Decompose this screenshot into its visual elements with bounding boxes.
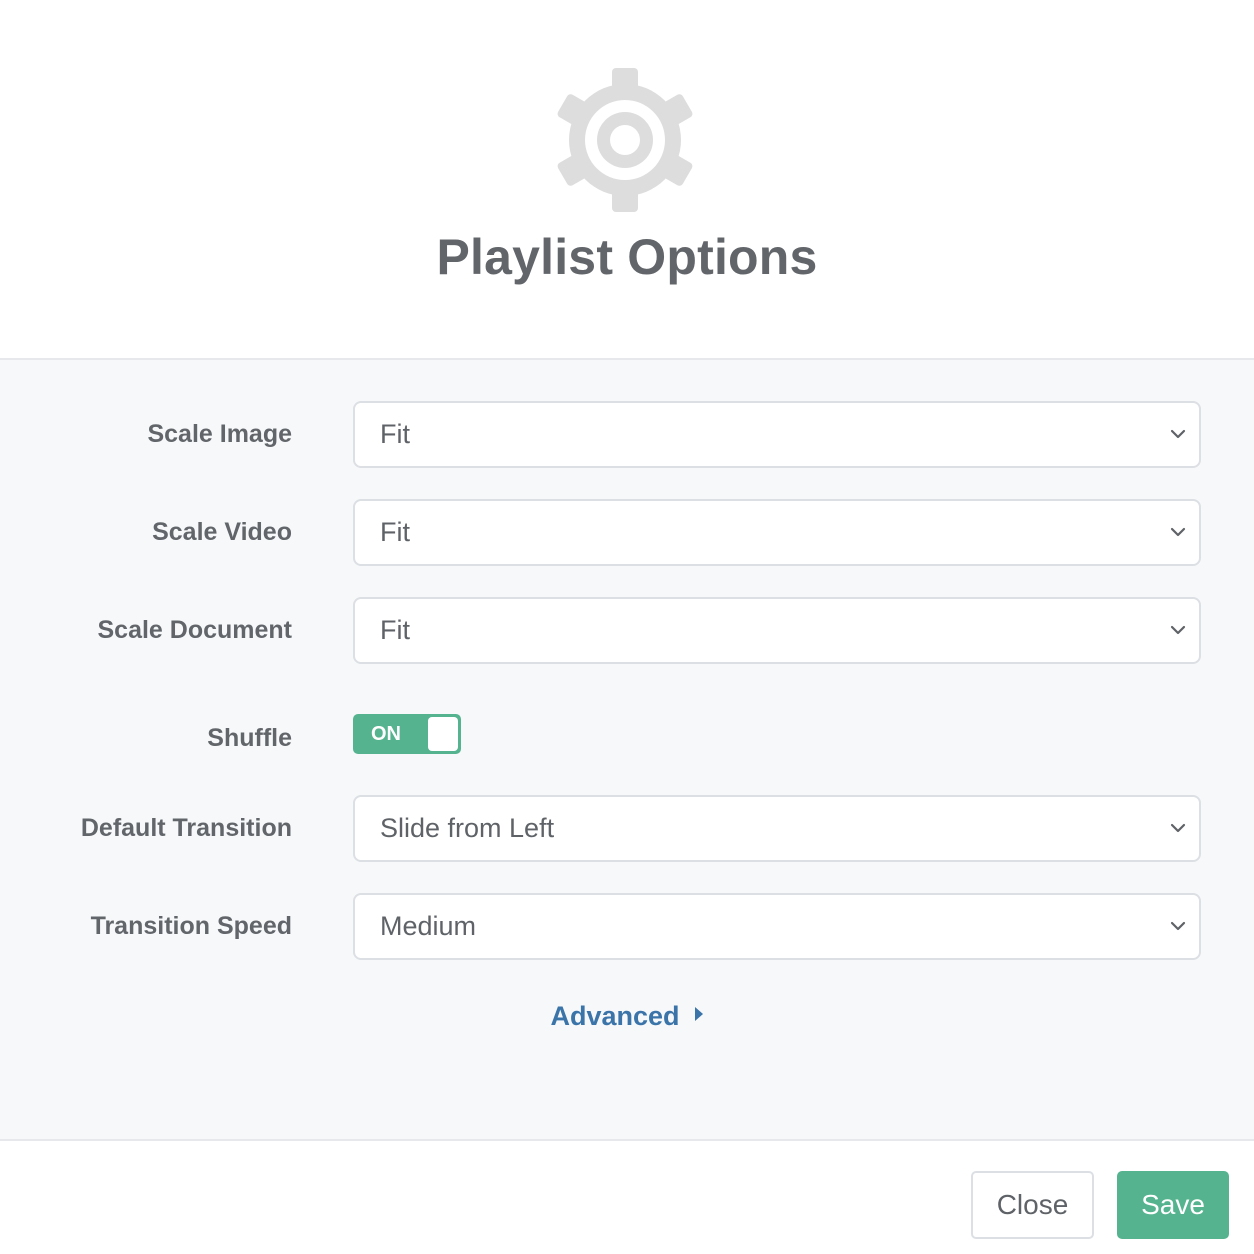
scale-document-label: Scale Document [97,616,292,644]
close-button[interactable]: Close [971,1171,1094,1239]
chevron-down-icon [1170,625,1186,635]
scale-video-label: Scale Video [152,518,292,546]
advanced-toggle[interactable]: Advanced [0,998,1254,1032]
save-button[interactable]: Save [1117,1171,1229,1239]
toggle-knob [428,717,458,751]
scale-video-select[interactable]: Fit [353,499,1201,566]
transition-speed-value: Medium [380,911,477,941]
chevron-down-icon [1170,527,1186,537]
dialog-header: Playlist Options [0,0,1254,358]
default-transition-label: Default Transition [80,814,292,842]
scale-document-value: Fit [380,615,410,645]
dialog-title: Playlist Options [436,229,818,285]
gear-icon [545,60,705,220]
scale-image-label: Scale Image [147,420,292,448]
default-transition-select[interactable]: Slide from Left [353,795,1201,862]
chevron-down-icon [1170,921,1186,931]
shuffle-toggle[interactable]: ON [353,714,461,754]
default-transition-value: Slide from Left [380,813,555,843]
scale-image-value: Fit [380,419,410,449]
toggle-state-text: ON [371,723,401,745]
scale-image-select[interactable]: Fit [353,401,1201,468]
chevron-down-icon [1170,429,1186,439]
scale-document-select[interactable]: Fit [353,597,1201,664]
advanced-label: Advanced [550,1001,680,1031]
transition-speed-label: Transition Speed [90,912,292,940]
transition-speed-select[interactable]: Medium [353,893,1201,960]
caret-right-icon [694,998,704,1029]
chevron-down-icon [1170,823,1186,833]
shuffle-label: Shuffle [207,724,292,752]
scale-video-value: Fit [380,517,410,547]
